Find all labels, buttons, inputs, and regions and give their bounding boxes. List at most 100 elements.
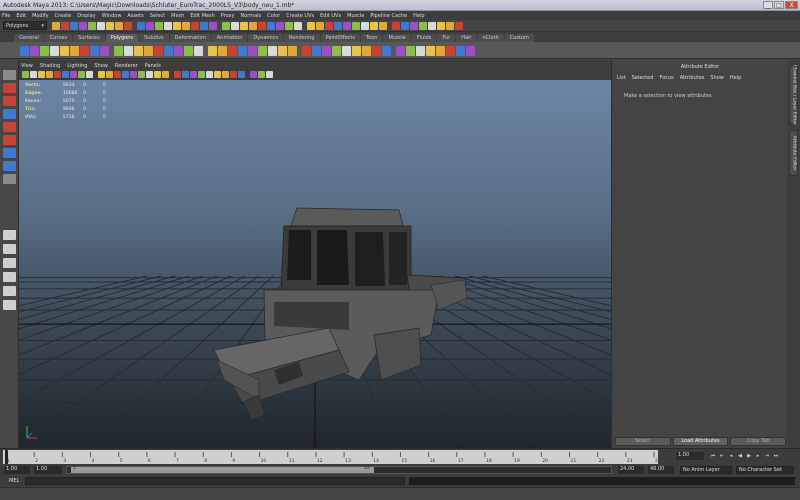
- toolbar-icon[interactable]: [372, 46, 381, 56]
- step-forward-key-icon[interactable]: ⇥: [764, 453, 770, 459]
- menu-assets[interactable]: Assets: [127, 13, 143, 19]
- go-to-start-icon[interactable]: ⏮: [710, 453, 716, 459]
- toolbar-icon[interactable]: [322, 46, 331, 56]
- toolbar-icon[interactable]: [122, 71, 129, 78]
- toolbar-icon[interactable]: [302, 46, 311, 56]
- toolbar-icon[interactable]: [258, 46, 267, 56]
- viewport-menu-renderer[interactable]: Renderer: [115, 63, 138, 71]
- toolbar-icon[interactable]: [62, 71, 69, 78]
- toolbar-icon[interactable]: [428, 22, 436, 30]
- toolbar-icon[interactable]: [182, 22, 190, 30]
- toolbar-icon[interactable]: [276, 22, 284, 30]
- toolbar-icon[interactable]: [22, 71, 29, 78]
- play-backward-icon[interactable]: ◀: [737, 453, 743, 459]
- toolbar-icon[interactable]: [115, 22, 123, 30]
- tool-icon[interactable]: [3, 70, 16, 80]
- toolbar-icon[interactable]: [332, 46, 341, 56]
- toolbar-icon[interactable]: [231, 22, 239, 30]
- copy-tab-button[interactable]: Copy Tab: [730, 437, 787, 446]
- menu-create-uvs[interactable]: Create UVs: [286, 13, 314, 19]
- toolbar-icon[interactable]: [40, 46, 49, 56]
- toolbar-icon[interactable]: [70, 71, 77, 78]
- toolbar-icon[interactable]: [124, 22, 132, 30]
- toolbar-icon[interactable]: [134, 46, 143, 56]
- toolbar-icon[interactable]: [38, 71, 45, 78]
- close-button[interactable]: X: [785, 1, 798, 9]
- toolbar-icon[interactable]: [455, 22, 463, 30]
- tab-hair[interactable]: Hair: [456, 34, 477, 42]
- tool-icon[interactable]: [3, 148, 16, 158]
- menu-color[interactable]: Color: [267, 13, 280, 19]
- toolbar-icon[interactable]: [307, 22, 315, 30]
- toolbar-icon[interactable]: [250, 71, 257, 78]
- toolbar-icon[interactable]: [362, 46, 371, 56]
- menu-display[interactable]: Display: [77, 13, 95, 19]
- current-time-marker[interactable]: [5, 450, 8, 464]
- tab-surfaces[interactable]: Surfaces: [73, 34, 105, 42]
- toolbar-icon[interactable]: [382, 46, 391, 56]
- toolbar-icon[interactable]: [334, 22, 342, 30]
- toolbar-icon[interactable]: [154, 71, 161, 78]
- tab-general[interactable]: General: [14, 34, 44, 42]
- toolbar-icon[interactable]: [419, 22, 427, 30]
- tool-icon[interactable]: [3, 96, 16, 106]
- toolbar-icon[interactable]: [182, 71, 189, 78]
- toolbar-icon[interactable]: [208, 46, 217, 56]
- menu-modify[interactable]: Modify: [32, 13, 49, 19]
- toolbar-icon[interactable]: [392, 22, 400, 30]
- layout-icon[interactable]: [3, 258, 16, 268]
- toolbar-icon[interactable]: [164, 22, 172, 30]
- menu-proxy[interactable]: Proxy: [221, 13, 235, 19]
- toolbar-icon[interactable]: [288, 46, 297, 56]
- toolbar-icon[interactable]: [60, 46, 69, 56]
- tractor-body-model[interactable]: [213, 207, 468, 421]
- toolbar-icon[interactable]: [98, 71, 105, 78]
- command-input[interactable]: [25, 477, 405, 485]
- toolbar-icon[interactable]: [50, 46, 59, 56]
- layout-icon[interactable]: [3, 244, 16, 254]
- range-handle[interactable]: 1 24: [71, 466, 374, 473]
- toolbar-icon[interactable]: [437, 22, 445, 30]
- toolbar-icon[interactable]: [194, 46, 203, 56]
- toolbar-icon[interactable]: [174, 71, 181, 78]
- minimize-button[interactable]: _: [763, 1, 773, 9]
- toolbar-icon[interactable]: [266, 71, 273, 78]
- toolbar-icon[interactable]: [184, 46, 193, 56]
- toolbar-icon[interactable]: [238, 46, 247, 56]
- current-frame-field[interactable]: 1.00: [676, 452, 704, 460]
- layout-icon[interactable]: [3, 286, 16, 296]
- tool-icon[interactable]: [3, 135, 16, 145]
- menu-edit[interactable]: Edit: [16, 13, 26, 19]
- toolbar-icon[interactable]: [114, 46, 123, 56]
- character-set-dropdown[interactable]: No Character Set: [736, 466, 794, 474]
- attr-menu-list[interactable]: List: [617, 75, 626, 81]
- menu-select[interactable]: Select: [150, 13, 165, 19]
- toolbar-icon[interactable]: [86, 71, 93, 78]
- toolbar-icon[interactable]: [446, 22, 454, 30]
- toolbar-icon[interactable]: [446, 46, 455, 56]
- layout-icon[interactable]: [3, 272, 16, 282]
- step-back-frame-icon[interactable]: ◂: [728, 453, 734, 459]
- tab-ncloth[interactable]: nCloth: [477, 34, 504, 42]
- toolbar-icon[interactable]: [456, 46, 465, 56]
- anim-end-field[interactable]: 48.00: [648, 466, 674, 474]
- toolbar-icon[interactable]: [214, 71, 221, 78]
- toolbar-icon[interactable]: [436, 46, 445, 56]
- toolbar-icon[interactable]: [396, 46, 405, 56]
- toolbar-icon[interactable]: [137, 22, 145, 30]
- layout-icon[interactable]: [3, 230, 16, 240]
- tab-muscle[interactable]: Muscle: [383, 34, 411, 42]
- go-to-end-icon[interactable]: ⏭: [773, 453, 779, 459]
- attr-menu-attributes[interactable]: Attributes: [680, 75, 705, 81]
- viewport-menu-panels[interactable]: Panels: [145, 63, 161, 71]
- range-slider-bar[interactable]: 1 24: [66, 466, 612, 474]
- toolbar-icon[interactable]: [249, 22, 257, 30]
- toolbar-icon[interactable]: [20, 46, 29, 56]
- tool-icon[interactable]: [3, 174, 16, 184]
- toolbar-icon[interactable]: [78, 71, 85, 78]
- toolbar-icon[interactable]: [240, 22, 248, 30]
- tab-subdivs[interactable]: Subdivs: [139, 34, 169, 42]
- toolbar-icon[interactable]: [343, 22, 351, 30]
- toolbar-icon[interactable]: [238, 71, 245, 78]
- step-forward-frame-icon[interactable]: ▸: [755, 453, 761, 459]
